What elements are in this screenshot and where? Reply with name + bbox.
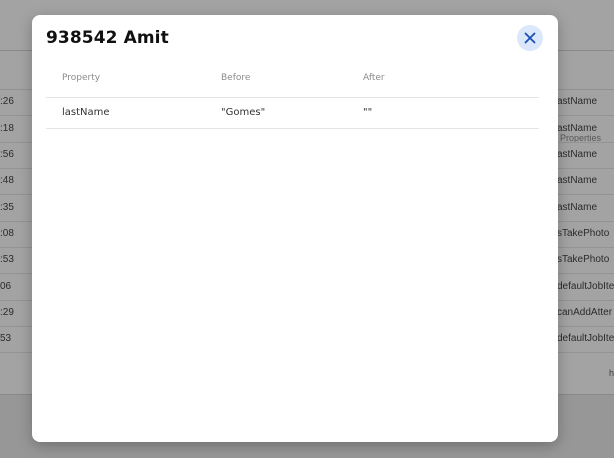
cell-after: "" <box>363 107 373 118</box>
cell-before: "Gomes" <box>221 107 266 118</box>
column-header-before: Before <box>221 73 251 83</box>
table-header: Property Before After <box>46 73 539 98</box>
changes-table: Property Before After lastName "Gomes" "… <box>46 73 539 129</box>
change-history-dialog: 938542 Amit Property Before After lastNa… <box>32 15 558 442</box>
close-icon <box>524 32 536 44</box>
close-button[interactable] <box>517 25 543 51</box>
cell-property: lastName <box>62 107 110 118</box>
dialog-title: 938542 Amit <box>46 28 169 48</box>
column-header-property: Property <box>62 73 101 83</box>
column-header-after: After <box>363 73 385 83</box>
table-row: lastName "Gomes" "" <box>46 98 539 129</box>
